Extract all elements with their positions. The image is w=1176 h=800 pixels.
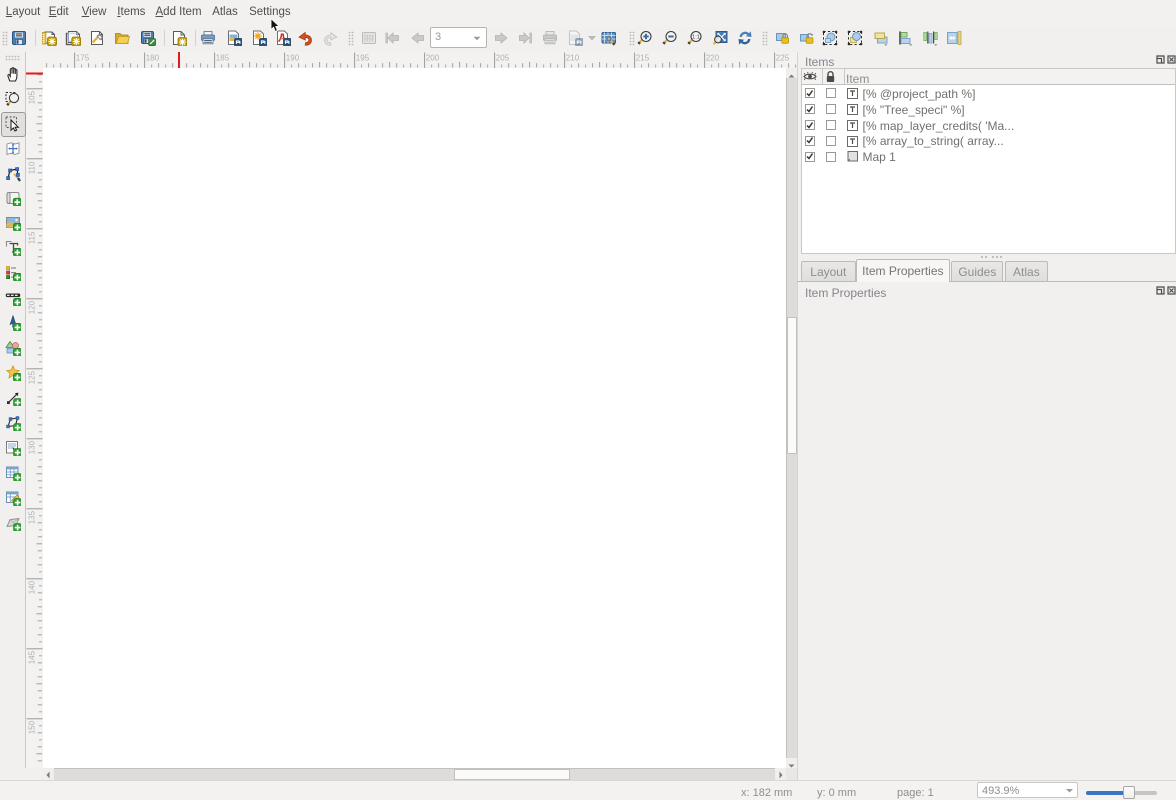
svg-text:145: 145 [28,650,37,664]
svg-text:130: 130 [28,440,37,454]
svg-text:200: 200 [426,54,440,63]
svg-text:140: 140 [28,580,37,594]
svg-text:175: 175 [76,54,90,63]
svg-text:1:1: 1:1 [692,35,700,41]
svg-text:205: 205 [496,54,510,63]
svg-text:225: 225 [776,54,790,63]
svg-text:105: 105 [28,90,37,104]
svg-text:120: 120 [28,300,37,314]
svg-text:220: 220 [706,54,720,63]
svg-text:195: 195 [356,54,370,63]
svg-text:215: 215 [636,54,650,63]
svg-text:210: 210 [566,54,580,63]
svg-text:190: 190 [286,54,300,63]
svg-text:180: 180 [146,54,160,63]
svg-text:125: 125 [28,370,37,384]
svg-text:150: 150 [28,720,37,734]
svg-text:110: 110 [28,161,37,174]
svg-text:185: 185 [216,54,230,63]
svg-text:115: 115 [28,231,37,244]
svg-text:135: 135 [28,510,37,524]
